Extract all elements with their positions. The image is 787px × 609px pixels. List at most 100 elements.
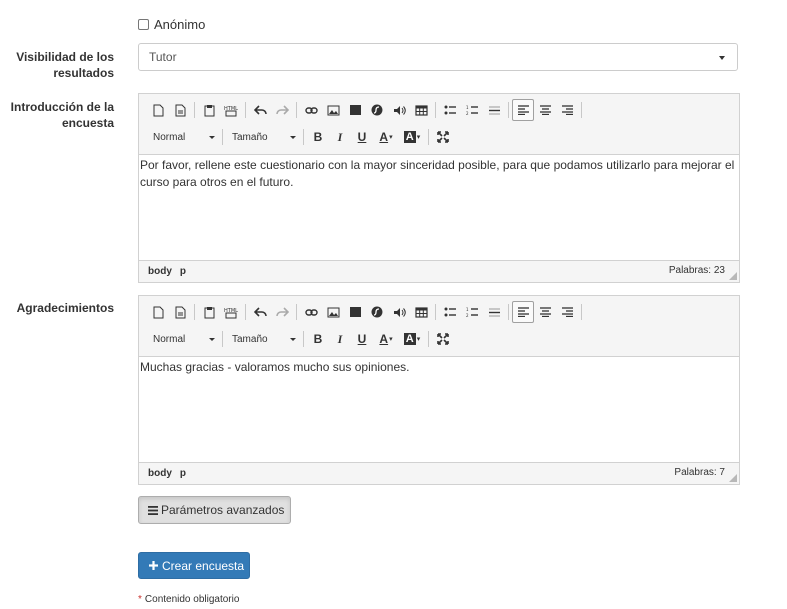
chevron-down-icon xyxy=(209,337,215,341)
underline-button[interactable]: U xyxy=(351,126,373,148)
advanced-parameters-button[interactable]: Parámetros avanzados xyxy=(138,496,291,524)
numbered-list-icon[interactable]: 12 xyxy=(461,99,483,121)
numbered-list-icon[interactable]: 12 xyxy=(461,301,483,323)
create-survey-label: Crear encuesta xyxy=(162,558,245,573)
chevron-down-icon: ▾ xyxy=(389,335,393,343)
size-dropdown[interactable]: Tamaño xyxy=(226,328,300,350)
format-dropdown[interactable]: Normal xyxy=(147,328,219,350)
paste-icon[interactable] xyxy=(198,301,220,323)
chevron-down-icon: ▾ xyxy=(389,133,393,141)
font-color-glyph: A xyxy=(379,332,389,346)
link-icon[interactable] xyxy=(300,301,322,323)
flash-icon[interactable] xyxy=(366,301,388,323)
align-left-icon[interactable] xyxy=(512,301,534,323)
link-icon[interactable] xyxy=(300,99,322,121)
image-icon[interactable] xyxy=(322,301,344,323)
toolbar-separator xyxy=(222,129,223,145)
svg-text:2: 2 xyxy=(466,313,469,318)
table-icon[interactable] xyxy=(410,99,432,121)
media-icon[interactable] xyxy=(344,99,366,121)
audio-icon[interactable] xyxy=(388,99,410,121)
toolbar-separator xyxy=(581,304,582,320)
toolbar-separator xyxy=(222,331,223,347)
html-source-icon[interactable]: HTML xyxy=(220,99,242,121)
svg-text:1: 1 xyxy=(466,307,469,312)
size-label: Tamaño xyxy=(232,131,268,143)
align-center-icon[interactable] xyxy=(534,99,556,121)
background-color-button[interactable]: A ▾ xyxy=(399,126,425,148)
new-document-icon[interactable] xyxy=(147,99,169,121)
toolbar-separator xyxy=(428,331,429,347)
bullet-list-icon[interactable] xyxy=(439,301,461,323)
undo-icon[interactable] xyxy=(249,301,271,323)
resize-handle-icon[interactable] xyxy=(729,272,737,280)
align-center-icon[interactable] xyxy=(534,301,556,323)
toolbar-separator xyxy=(194,102,195,118)
required-note-text: Contenido obligatorio xyxy=(144,594,240,605)
font-color-button[interactable]: A ▾ xyxy=(373,126,399,148)
template-icon[interactable] xyxy=(169,99,191,121)
fullscreen-icon[interactable] xyxy=(432,126,454,148)
toolbar-separator xyxy=(296,304,297,320)
format-label: Normal xyxy=(153,333,186,345)
horizontal-rule-icon[interactable] xyxy=(483,99,505,121)
paste-icon[interactable] xyxy=(198,99,220,121)
flash-icon[interactable] xyxy=(366,99,388,121)
align-right-icon[interactable] xyxy=(556,99,578,121)
toolbar-separator xyxy=(303,331,304,347)
background-color-glyph: A xyxy=(403,131,416,143)
table-icon[interactable] xyxy=(410,301,432,323)
align-right-icon[interactable] xyxy=(556,301,578,323)
bold-button[interactable]: B xyxy=(307,126,329,148)
thanks-editor: HTML 12 Normal Tamaño B I U A ▾ A ▾ Much… xyxy=(138,295,740,485)
new-document-icon[interactable] xyxy=(147,301,169,323)
bold-button[interactable]: B xyxy=(307,328,329,350)
italic-button[interactable]: I xyxy=(329,328,351,350)
chevron-down-icon xyxy=(290,337,296,341)
bullet-list-icon[interactable] xyxy=(439,99,461,121)
horizontal-rule-icon[interactable] xyxy=(483,301,505,323)
path-p[interactable]: p xyxy=(180,266,186,277)
visibility-label: Visibilidad de los resultados xyxy=(16,50,114,80)
size-dropdown[interactable]: Tamaño xyxy=(226,126,300,148)
plus-icon xyxy=(149,561,158,570)
align-left-icon[interactable] xyxy=(512,99,534,121)
background-color-button[interactable]: A ▾ xyxy=(399,328,425,350)
path-body[interactable]: body xyxy=(148,266,172,277)
redo-icon[interactable] xyxy=(271,301,293,323)
anonymous-checkbox[interactable] xyxy=(138,18,149,30)
intro-editor: HTML 12 Normal Tamaño B I U A ▾ A ▾ Por … xyxy=(138,93,740,283)
advanced-parameters-label: Parámetros avanzados xyxy=(161,503,285,517)
undo-icon[interactable] xyxy=(249,99,271,121)
visibility-select[interactable]: Tutor xyxy=(138,43,738,71)
toolbar-separator xyxy=(194,304,195,320)
resize-handle-icon[interactable] xyxy=(729,474,737,482)
visibility-value: Tutor xyxy=(149,50,177,64)
format-label: Normal xyxy=(153,131,186,143)
path-body[interactable]: body xyxy=(148,468,172,479)
fullscreen-icon[interactable] xyxy=(432,328,454,350)
editor-toolbar: HTML 12 Normal Tamaño B I U A ▾ A ▾ xyxy=(139,94,739,155)
anonymous-option[interactable]: Anónimo xyxy=(138,15,205,33)
font-color-button[interactable]: A ▾ xyxy=(373,328,399,350)
chevron-down-icon xyxy=(719,56,725,60)
intro-content[interactable]: Por favor, rellene este cuestionario con… xyxy=(139,155,739,260)
template-icon[interactable] xyxy=(169,301,191,323)
required-asterisk-icon: * xyxy=(138,594,142,605)
path-p[interactable]: p xyxy=(180,468,186,479)
thanks-content[interactable]: Muchas gracias - valoramos mucho sus opi… xyxy=(139,357,739,462)
underline-button[interactable]: U xyxy=(351,328,373,350)
menu-icon xyxy=(148,505,158,515)
toolbar-separator xyxy=(245,304,246,320)
italic-button[interactable]: I xyxy=(329,126,351,148)
image-icon[interactable] xyxy=(322,99,344,121)
redo-icon[interactable] xyxy=(271,99,293,121)
intro-label: Introducción de la encuesta xyxy=(10,100,114,130)
audio-icon[interactable] xyxy=(388,301,410,323)
format-dropdown[interactable]: Normal xyxy=(147,126,219,148)
create-survey-button[interactable]: Crear encuesta xyxy=(138,552,250,579)
html-source-icon[interactable]: HTML xyxy=(220,301,242,323)
media-icon[interactable] xyxy=(344,301,366,323)
toolbar-separator xyxy=(428,129,429,145)
chevron-down-icon: ▾ xyxy=(416,133,421,141)
